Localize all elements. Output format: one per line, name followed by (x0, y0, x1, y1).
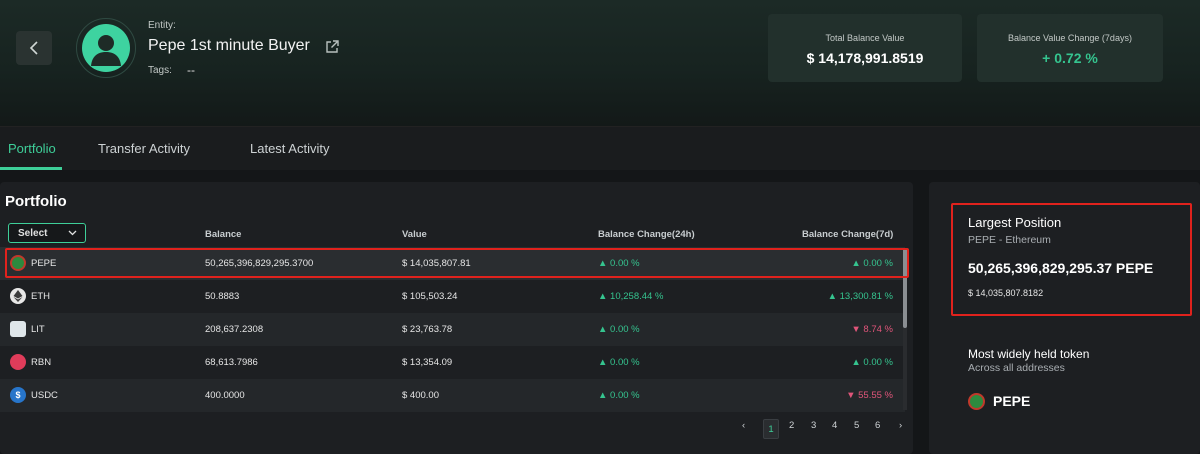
token-balance: 68,613.7986 (205, 357, 258, 368)
prev-page-icon[interactable]: ‹ (742, 420, 745, 431)
pepe-token-icon (968, 393, 985, 410)
balance-change-label: Balance Value Change (7days) (1008, 33, 1132, 43)
page-5[interactable]: 5 (854, 420, 859, 431)
column-header-balance: Balance (205, 229, 242, 240)
most-held-subtitle: Across all addresses (968, 362, 1065, 374)
tab-bar: Portfolio Transfer Activity Latest Activ… (0, 126, 1200, 170)
table-row[interactable]: LIT 208,637.2308 $ 23,763.78 ▲ 0.00 % ▼ … (0, 313, 905, 346)
change-24h: ▲ 0.00 % (598, 357, 640, 368)
change-24h-value: 10,258.44 % (610, 291, 664, 302)
entity-name: Pepe 1st minute Buyer (148, 37, 310, 54)
total-balance-value: $ 14,178,991.8519 (806, 50, 924, 66)
tags-value: -- (187, 63, 195, 77)
token-value: $ 13,354.09 (402, 357, 453, 368)
change-24h: ▲ 10,258.44 % (598, 291, 664, 302)
token-select[interactable]: Select (8, 223, 86, 243)
usdc-token-icon: $ (10, 387, 26, 403)
change-24h: ▲ 0.00 % (598, 258, 640, 269)
change-7d: ▲ 13,300.81 % (827, 291, 893, 302)
chevron-down-icon (68, 230, 77, 236)
lit-token-icon (10, 321, 26, 337)
token-balance: 400.0000 (205, 390, 245, 401)
table-scrollbar-thumb[interactable] (903, 248, 907, 328)
change-7d: ▼ 55.55 % (846, 390, 893, 401)
column-header-value: Value (402, 229, 427, 240)
share-icon[interactable] (325, 39, 340, 54)
table-row[interactable]: ETH 50.8883 $ 105,503.24 ▲ 10,258.44 % ▲… (0, 280, 905, 313)
largest-position-value: $ 14,035,807.8182 (968, 288, 1044, 298)
token-name: ETH (31, 291, 50, 302)
rbn-token-icon (10, 354, 26, 370)
avatar (76, 18, 136, 78)
chevron-left-icon (29, 41, 38, 55)
eth-token-icon (10, 288, 26, 304)
change-24h-value: 0.00 % (610, 357, 640, 368)
active-tab-indicator (0, 167, 62, 170)
most-held-token: PEPE (993, 393, 1031, 409)
change-24h-value: 0.00 % (610, 258, 640, 269)
balance-change-value: + 0.72 % (1042, 50, 1098, 66)
token-value: $ 400.00 (402, 390, 439, 401)
page-4[interactable]: 4 (832, 420, 837, 431)
portfolio-panel: Portfolio Select Balance Value Balance C… (0, 182, 913, 454)
change-7d-value: 13,300.81 % (839, 291, 893, 302)
change-7d: ▲ 0.00 % (851, 258, 893, 269)
total-balance-label: Total Balance Value (825, 33, 905, 43)
token-value: $ 105,503.24 (402, 291, 458, 302)
page-2[interactable]: 2 (789, 420, 794, 431)
token-name: RBN (31, 357, 52, 368)
column-header-change-24h: Balance Change(24h) (598, 229, 695, 240)
largest-position-subtitle: PEPE - Ethereum (968, 234, 1051, 246)
change-7d-value: 55.55 % (858, 390, 893, 401)
tab-portfolio[interactable]: Portfolio (8, 141, 56, 156)
change-7d-value: 8.74 % (863, 324, 893, 335)
change-24h: ▲ 0.00 % (598, 390, 640, 401)
token-balance: 50,265,396,829,295.3700 (205, 258, 314, 269)
portfolio-title: Portfolio (5, 193, 67, 210)
total-balance-card: Total Balance Value $ 14,178,991.8519 (768, 14, 962, 82)
tags-label: Tags: (148, 65, 172, 76)
token-balance: 50.8883 (205, 291, 240, 302)
pepe-token-icon (10, 255, 26, 271)
select-label: Select (18, 227, 48, 239)
entity-label: Entity: (148, 20, 176, 31)
tab-transfer-activity[interactable]: Transfer Activity (98, 141, 190, 156)
table-row[interactable]: PEPE 50,265,396,829,295.3700 $ 14,035,80… (0, 247, 905, 280)
change-7d-value: 0.00 % (863, 258, 893, 269)
balance-change-card: Balance Value Change (7days) + 0.72 % (977, 14, 1163, 82)
change-7d: ▲ 0.00 % (851, 357, 893, 368)
user-icon (91, 35, 121, 66)
token-name: PEPE (31, 258, 57, 269)
tab-latest-activity[interactable]: Latest Activity (250, 141, 329, 156)
token-value: $ 14,035,807.81 (402, 258, 471, 269)
token-name: USDC (31, 390, 58, 401)
token-balance: 208,637.2308 (205, 324, 264, 335)
token-name: LIT (31, 324, 45, 335)
page-6[interactable]: 6 (875, 420, 880, 431)
next-page-icon[interactable]: › (899, 420, 902, 431)
page-3[interactable]: 3 (811, 420, 816, 431)
table-row[interactable]: $ USDC 400.0000 $ 400.00 ▲ 0.00 % ▼ 55.5… (0, 379, 905, 412)
page-1[interactable]: 1 (763, 419, 779, 439)
change-7d: ▼ 8.74 % (851, 324, 893, 335)
change-24h-value: 0.00 % (610, 390, 640, 401)
back-button[interactable] (16, 31, 52, 65)
change-24h-value: 0.00 % (610, 324, 640, 335)
largest-position-amount: 50,265,396,829,295.37 PEPE (968, 260, 1154, 276)
change-24h: ▲ 0.00 % (598, 324, 640, 335)
table-row[interactable]: RBN 68,613.7986 $ 13,354.09 ▲ 0.00 % ▲ 0… (0, 346, 905, 379)
token-value: $ 23,763.78 (402, 324, 453, 335)
largest-position-title: Largest Position (968, 215, 1062, 230)
most-held-title: Most widely held token (968, 347, 1090, 361)
change-7d-value: 0.00 % (863, 357, 893, 368)
column-header-change-7d: Balance Change(7d) (802, 229, 894, 240)
